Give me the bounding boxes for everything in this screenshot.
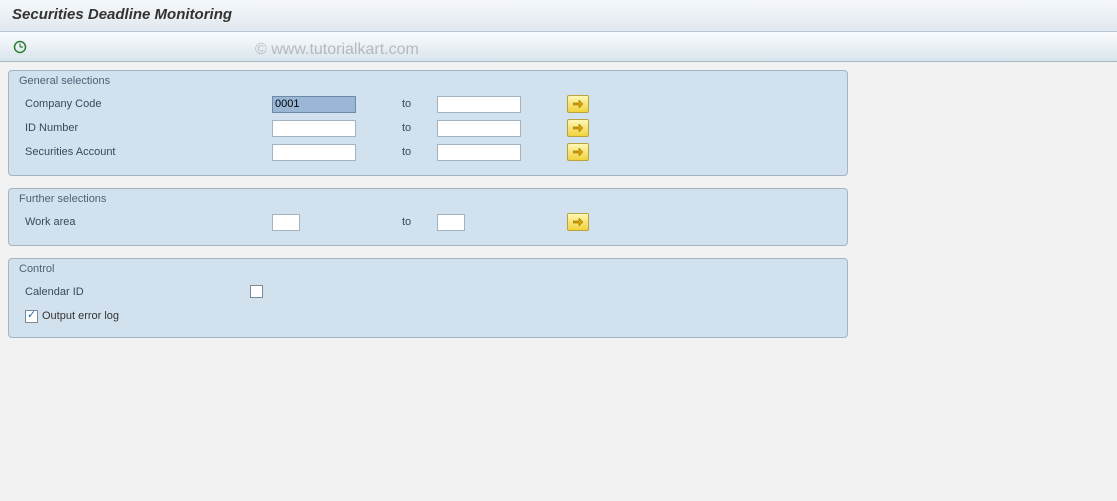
- work-area-from-input[interactable]: [272, 214, 300, 231]
- securities-account-to-input[interactable]: [437, 144, 521, 161]
- content-area: General selections Company Code to ID Nu…: [0, 62, 1117, 358]
- clock-execute-icon: [13, 40, 27, 54]
- row-securities-account: Securities Account to: [17, 141, 839, 163]
- to-label: to: [402, 122, 437, 134]
- panel-control: Control Calendar ID Output error log: [8, 258, 848, 338]
- row-calendar-id: Calendar ID: [17, 281, 839, 303]
- id-number-from-input[interactable]: [272, 120, 356, 137]
- panel-title-control: Control: [17, 259, 839, 281]
- company-code-to-input[interactable]: [437, 96, 521, 113]
- securities-account-multiselect-button[interactable]: [567, 143, 589, 161]
- work-area-multiselect-button[interactable]: [567, 213, 589, 231]
- id-number-to-input[interactable]: [437, 120, 521, 137]
- panel-title-general: General selections: [17, 71, 839, 93]
- title-bar: Securities Deadline Monitoring: [0, 0, 1117, 32]
- execute-button[interactable]: [10, 38, 30, 56]
- company-code-multiselect-button[interactable]: [567, 95, 589, 113]
- to-label: to: [402, 98, 437, 110]
- to-label: to: [402, 146, 437, 158]
- checkbox-icon: [251, 286, 262, 297]
- row-work-area: Work area to: [17, 211, 839, 233]
- securities-account-from-input[interactable]: [272, 144, 356, 161]
- company-code-from-input[interactable]: [272, 96, 356, 113]
- calendar-id-checkbox[interactable]: [250, 285, 263, 298]
- to-label: to: [402, 216, 437, 228]
- panel-general-selections: General selections Company Code to ID Nu…: [8, 70, 848, 176]
- arrow-right-icon: [573, 218, 583, 226]
- row-company-code: Company Code to: [17, 93, 839, 115]
- company-code-label: Company Code: [17, 98, 272, 110]
- work-area-to-input[interactable]: [437, 214, 465, 231]
- id-number-label: ID Number: [17, 122, 272, 134]
- output-error-log-label: Output error log: [42, 310, 119, 322]
- row-id-number: ID Number to: [17, 117, 839, 139]
- toolbar: [0, 32, 1117, 62]
- output-error-log-checkbox[interactable]: [25, 310, 38, 323]
- arrow-right-icon: [573, 100, 583, 108]
- securities-account-label: Securities Account: [17, 146, 272, 158]
- panel-further-selections: Further selections Work area to: [8, 188, 848, 246]
- panel-title-further: Further selections: [17, 189, 839, 211]
- arrow-right-icon: [573, 124, 583, 132]
- page-title: Securities Deadline Monitoring: [12, 6, 232, 23]
- work-area-label: Work area: [17, 216, 272, 228]
- id-number-multiselect-button[interactable]: [567, 119, 589, 137]
- arrow-right-icon: [573, 148, 583, 156]
- calendar-id-label: Calendar ID: [17, 286, 242, 298]
- row-output-error-log: Output error log: [17, 305, 839, 327]
